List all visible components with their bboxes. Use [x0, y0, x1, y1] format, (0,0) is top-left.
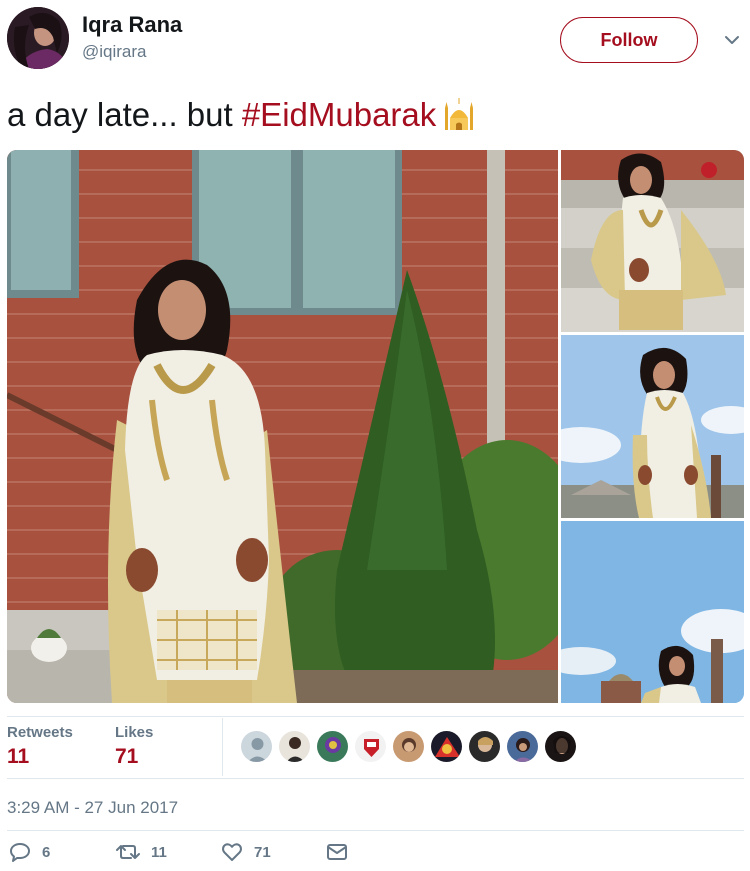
chevron-down-icon[interactable]	[722, 30, 742, 50]
media-grid	[7, 150, 744, 703]
divider-middle	[7, 778, 744, 779]
reply-button[interactable]: 6	[8, 838, 50, 866]
follow-button[interactable]: Follow	[560, 17, 698, 63]
reply-icon	[10, 843, 30, 862]
likes-label: Likes	[115, 724, 154, 741]
side-photo-1-image	[561, 150, 744, 332]
hashtag-link[interactable]: #EidMubarak	[242, 96, 436, 133]
retweets-count: 11	[7, 745, 30, 768]
likes-count: 71	[115, 745, 139, 768]
liker-avatar[interactable]	[430, 730, 463, 763]
stats-divider	[222, 718, 223, 776]
liker-avatar[interactable]	[544, 730, 577, 763]
divider-top	[7, 716, 744, 717]
retweets-stat[interactable]: Retweets 11	[7, 724, 73, 769]
action-bar: 6 11 71	[0, 838, 750, 868]
author-handle[interactable]: @iqirara	[82, 42, 147, 62]
liker-avatar[interactable]	[354, 730, 387, 763]
liker-avatar[interactable]	[506, 730, 539, 763]
mosque-icon	[445, 98, 474, 130]
heart-icon	[222, 843, 242, 861]
envelope-icon	[327, 844, 347, 860]
main-photo-image	[7, 150, 558, 703]
side-photo-3-image	[561, 521, 744, 703]
retweet-icon	[116, 845, 140, 859]
side-photo-2[interactable]	[561, 335, 744, 518]
avatar-image	[7, 7, 69, 69]
tweet-timestamp[interactable]: 3:29 AM - 27 Jun 2017	[7, 798, 178, 818]
side-photo-1[interactable]	[561, 150, 744, 332]
author-name[interactable]: Iqra Rana	[82, 12, 182, 38]
side-photo-3[interactable]	[561, 521, 744, 703]
like-count: 71	[254, 843, 271, 861]
reply-count: 6	[42, 843, 51, 861]
liker-avatar[interactable]	[240, 730, 273, 763]
like-button[interactable]: 71	[220, 838, 271, 866]
likes-stat[interactable]: Likes 71	[115, 724, 153, 769]
retweet-button[interactable]: 11	[115, 838, 167, 866]
retweets-label: Retweets	[7, 724, 73, 741]
liker-avatar[interactable]	[278, 730, 311, 763]
liker-avatar[interactable]	[392, 730, 425, 763]
direct-message-button[interactable]	[325, 838, 349, 866]
side-photo-2-image	[561, 335, 744, 518]
author-avatar[interactable]	[7, 7, 69, 69]
tweet-text: a day late... but #EidMubarak	[7, 96, 476, 134]
main-photo[interactable]	[7, 150, 558, 703]
tweet-header: Iqra Rana @iqirara Follow	[0, 0, 750, 80]
retweet-count: 11	[151, 843, 167, 861]
liker-avatar[interactable]	[316, 730, 349, 763]
tweet-text-body: a day late... but	[7, 96, 242, 133]
divider-bottom	[7, 830, 744, 831]
liker-avatar[interactable]	[468, 730, 501, 763]
